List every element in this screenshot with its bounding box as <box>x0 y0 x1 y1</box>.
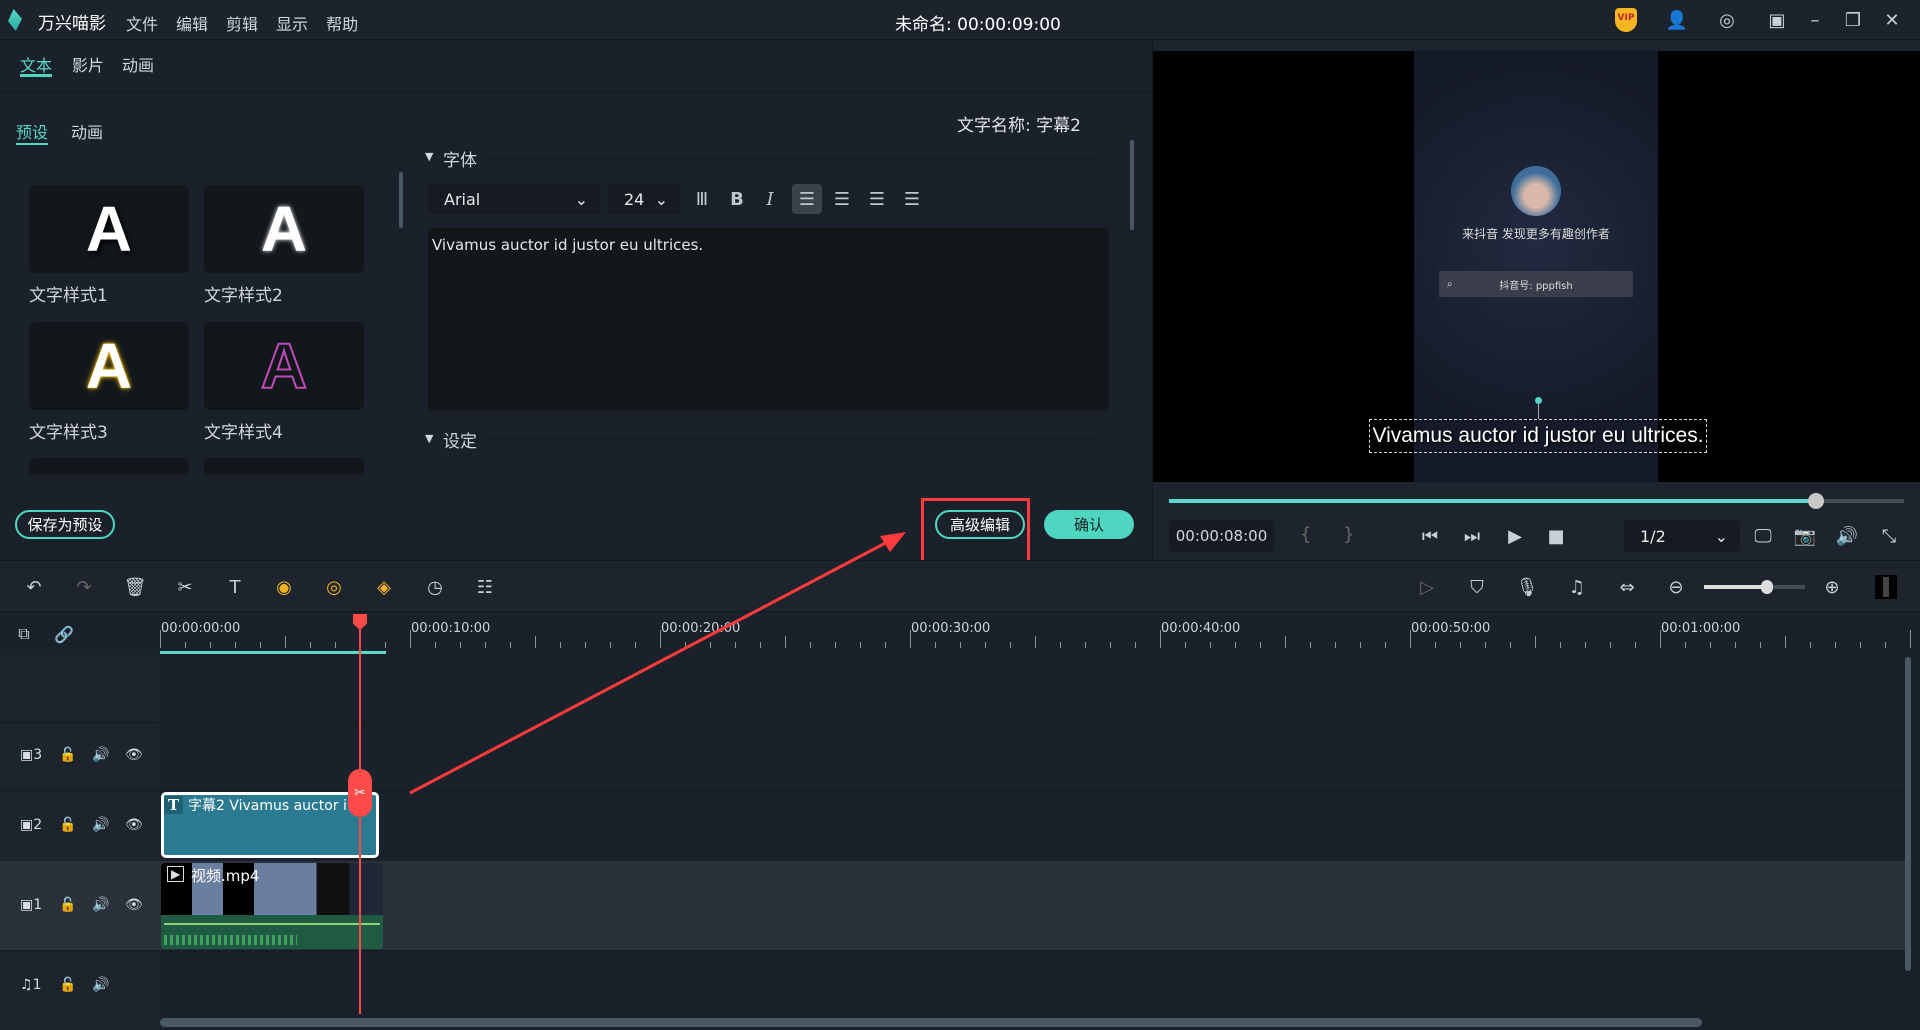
timeline-vertical-scrollbar[interactable] <box>1905 657 1911 971</box>
annotation-arrow <box>409 532 906 795</box>
timeline-horizontal-scrollbar[interactable] <box>160 1018 1702 1027</box>
